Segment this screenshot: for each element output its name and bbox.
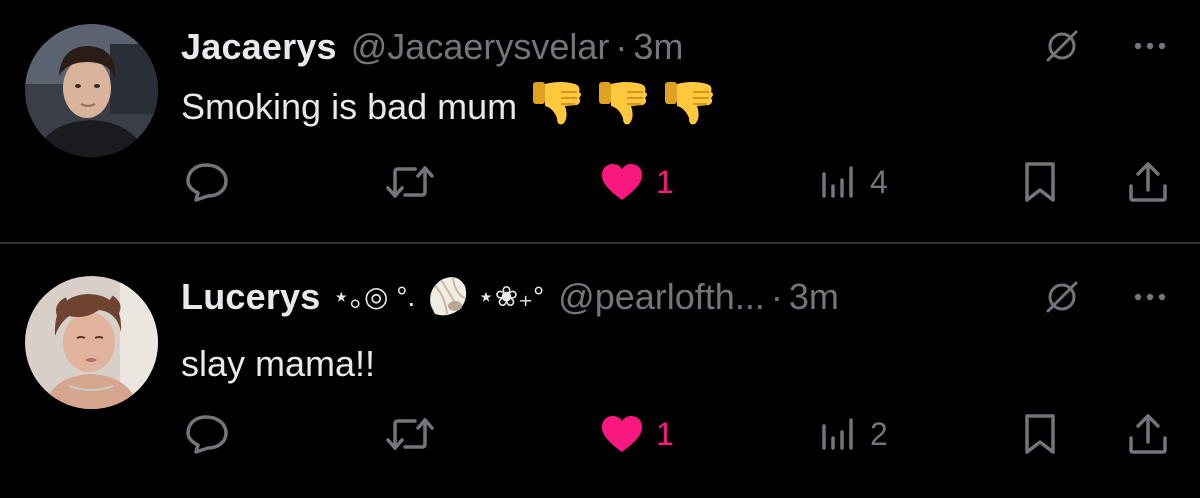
more-icon[interactable] xyxy=(1130,277,1170,317)
timestamp[interactable]: 3m xyxy=(789,279,839,315)
like-button[interactable]: 1 xyxy=(600,157,674,207)
like-button[interactable]: 1 xyxy=(600,409,674,459)
user-handle[interactable]: @pearlofth... xyxy=(558,279,765,315)
repost-button[interactable] xyxy=(385,157,435,207)
reply-icon xyxy=(186,415,228,454)
more-icon[interactable] xyxy=(1130,26,1170,66)
bookmark-button[interactable] xyxy=(1022,409,1058,459)
views-count: 2 xyxy=(870,416,888,452)
tweet-text: slay mama!! xyxy=(181,339,375,389)
shell-emoji xyxy=(423,272,469,323)
reply-button[interactable] xyxy=(184,409,230,459)
timestamp[interactable]: 3m xyxy=(633,29,683,65)
tweet[interactable]: Jacaerys @Jacaerysvelar · 3m Smoking is … xyxy=(0,0,1200,243)
display-name[interactable]: Lucerys xyxy=(181,279,320,315)
name-decoration-left: ⋆｡◎ °. xyxy=(332,281,416,312)
tweet-header: Lucerys ⋆｡◎ °. ⋆❀₊° @pearlofth... · 3m xyxy=(181,272,839,322)
views-count: 4 xyxy=(870,164,888,200)
repost-icon xyxy=(386,166,434,198)
like-count: 1 xyxy=(656,416,674,452)
share-icon xyxy=(1129,414,1167,454)
avatar[interactable] xyxy=(25,24,158,157)
user-handle[interactable]: @Jacaerysvelar xyxy=(351,29,610,65)
action-bar: 1 4 xyxy=(0,157,1200,207)
separator: · xyxy=(615,26,628,67)
heart-icon xyxy=(602,164,642,200)
name-decoration-right: ⋆❀₊° xyxy=(477,281,545,312)
bookmark-icon xyxy=(1025,162,1055,202)
heart-icon xyxy=(602,416,642,452)
repost-button[interactable] xyxy=(385,409,435,459)
views-icon xyxy=(822,418,853,450)
reply-button[interactable] xyxy=(184,157,230,207)
like-count: 1 xyxy=(656,164,674,200)
share-icon xyxy=(1129,162,1167,202)
bookmark-button[interactable] xyxy=(1022,157,1058,207)
tweet-text-content: Smoking is bad mum xyxy=(181,86,518,127)
views-icon xyxy=(822,166,853,198)
bookmark-icon xyxy=(1025,414,1055,454)
name-decoration: ⋆｡◎ °. ⋆❀₊° xyxy=(332,272,544,323)
share-button[interactable] xyxy=(1127,157,1169,207)
repost-icon xyxy=(386,418,434,450)
reply-icon xyxy=(186,163,228,202)
share-button[interactable] xyxy=(1127,409,1169,459)
display-name[interactable]: Jacaerys xyxy=(181,29,337,65)
tweet[interactable]: Lucerys ⋆｡◎ °. ⋆❀₊° @pearlofth... · 3m s… xyxy=(0,245,1200,498)
tweet-header: Jacaerys @Jacaerysvelar · 3m xyxy=(181,22,683,72)
tweet-text-content: slay mama!! xyxy=(181,343,376,384)
tweet-divider xyxy=(0,242,1200,244)
avatar[interactable] xyxy=(25,276,158,409)
thumbs-down-emoji xyxy=(663,78,715,137)
thumbs-down-emoji xyxy=(597,78,649,137)
views-button[interactable]: 2 xyxy=(818,409,888,459)
thumbs-down-emoji xyxy=(531,78,583,137)
grok-icon[interactable] xyxy=(1042,277,1082,317)
grok-icon[interactable] xyxy=(1042,26,1082,66)
tweet-text: Smoking is bad mum xyxy=(181,81,715,132)
action-bar: 1 2 xyxy=(0,409,1200,459)
separator: · xyxy=(770,276,783,317)
views-button[interactable]: 4 xyxy=(818,157,888,207)
